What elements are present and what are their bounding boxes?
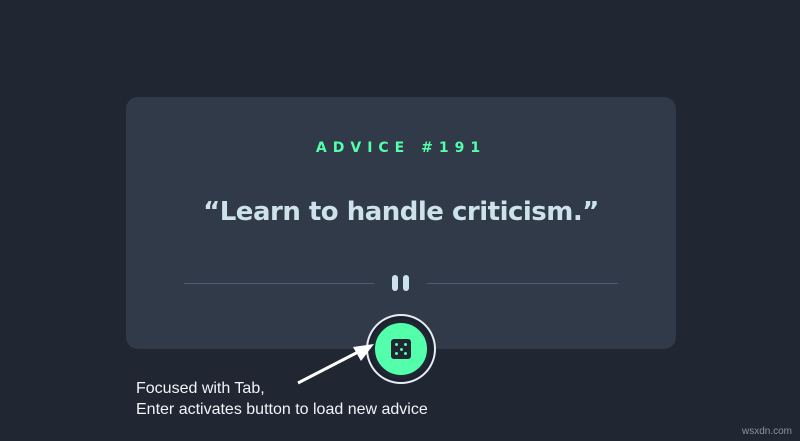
divider-line-left <box>184 283 374 284</box>
annotation-line-2: Enter activates button to load new advic… <box>136 401 428 418</box>
watermark: wsxdn.com <box>741 426 792 437</box>
dice-icon <box>391 339 411 359</box>
annotation-text: Focused with Tab, Enter activates button… <box>136 378 428 420</box>
divider <box>184 275 618 291</box>
pause-icon <box>390 275 412 291</box>
page: ADVICE #191 “Learn to handle criticism.”… <box>0 0 800 441</box>
advice-quote: “Learn to handle criticism.” <box>203 197 599 227</box>
annotation-line-1: Focused with Tab, <box>136 380 265 397</box>
advice-card: ADVICE #191 “Learn to handle criticism.” <box>126 97 676 349</box>
advice-number: ADVICE #191 <box>315 140 487 156</box>
new-advice-button[interactable] <box>371 319 431 379</box>
divider-line-right <box>427 283 618 284</box>
